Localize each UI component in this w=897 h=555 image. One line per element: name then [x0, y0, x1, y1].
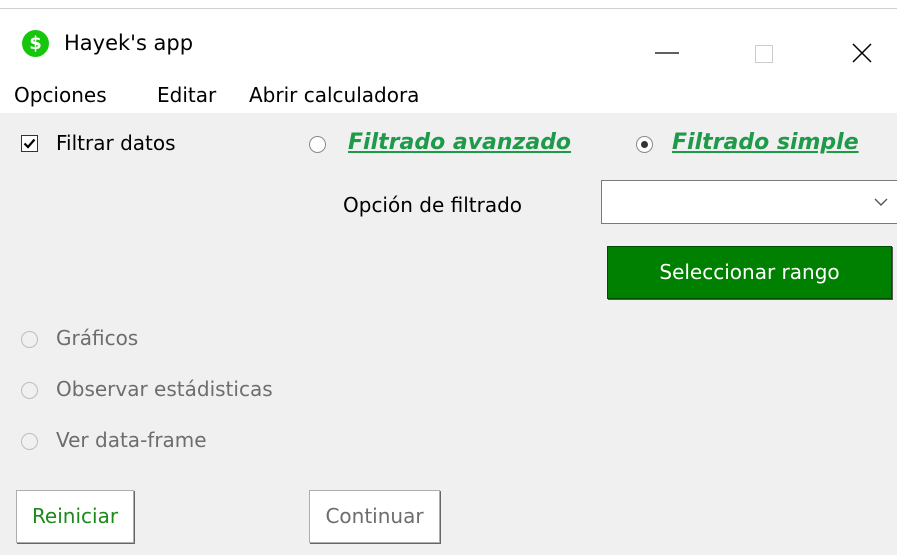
simple-filter-radio[interactable]	[636, 136, 653, 153]
window-title: Hayek's app	[64, 31, 194, 55]
filter-option-select[interactable]	[601, 180, 897, 224]
menu-opciones[interactable]: Opciones	[14, 82, 107, 108]
graphics-radio[interactable]	[21, 331, 38, 348]
statistics-radio[interactable]	[21, 382, 38, 399]
advanced-filter-link[interactable]: Filtrado avanzado	[348, 129, 571, 157]
minimize-icon	[655, 52, 679, 54]
filter-data-checkbox[interactable]	[21, 135, 38, 152]
menu-editar[interactable]: Editar	[157, 82, 216, 108]
select-range-button[interactable]: Seleccionar rango	[607, 246, 892, 299]
dataframe-label: Ver data-frame	[56, 428, 207, 452]
minimize-button[interactable]	[633, 19, 703, 75]
advanced-filter-radio[interactable]	[309, 136, 326, 153]
filter-data-label[interactable]: Filtrar datos	[56, 130, 176, 156]
title-bar[interactable]: $ Hayek's app	[0, 9, 897, 76]
maximize-button[interactable]	[744, 19, 814, 75]
menu-abrir-calculadora[interactable]: Abrir calculadora	[249, 82, 419, 108]
close-icon	[852, 43, 872, 63]
simple-filter-link[interactable]: Filtrado simple	[672, 129, 859, 157]
chevron-down-icon	[874, 198, 888, 206]
reset-button[interactable]: Reiniciar	[16, 490, 134, 543]
maximize-icon	[755, 45, 773, 63]
filter-option-label: Opción de filtrado	[343, 193, 523, 217]
dollar-icon: $	[22, 30, 49, 57]
dataframe-radio[interactable]	[21, 433, 38, 450]
close-button[interactable]	[830, 19, 897, 75]
graphics-label: Gráficos	[56, 326, 139, 350]
continue-button[interactable]: Continuar	[309, 490, 440, 543]
radio-selected-dot	[641, 141, 648, 148]
menu-bar: Opciones Editar Abrir calculadora	[0, 76, 897, 114]
checkmark-icon	[23, 138, 36, 149]
statistics-label: Observar estádisticas	[56, 377, 273, 401]
